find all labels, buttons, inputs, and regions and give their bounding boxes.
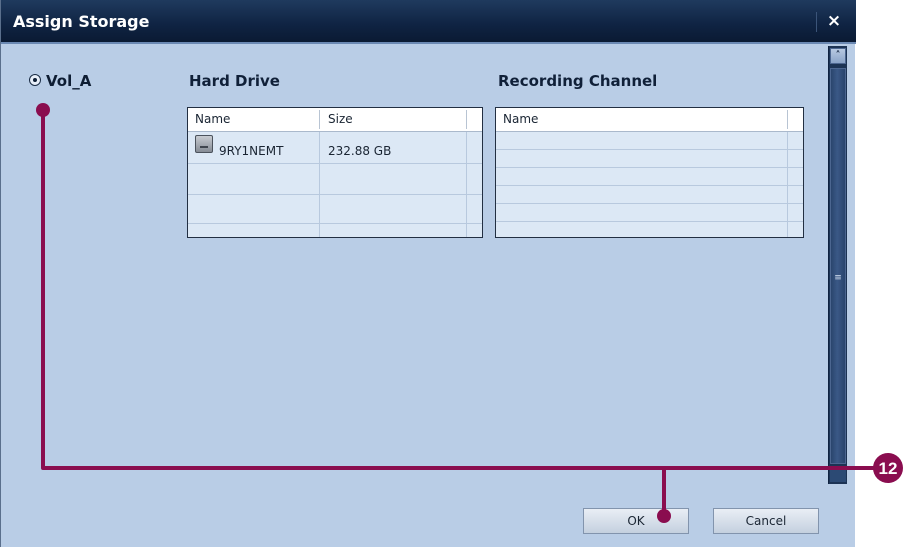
titlebar-separator [816, 12, 817, 32]
table-row[interactable] [496, 168, 803, 186]
drive-name: 9RY1NEMT [219, 144, 284, 158]
hard-drive-title: Hard Drive [189, 72, 280, 90]
table-row[interactable] [496, 150, 803, 168]
header-divider [466, 110, 467, 129]
column-header-name[interactable]: Name [496, 108, 786, 131]
drive-size: 232.88 GB [328, 144, 392, 158]
ok-button[interactable]: OK [583, 508, 689, 534]
close-icon[interactable]: × [823, 9, 845, 33]
hard-drive-table: Name Size 9RY1NEMT 232.88 GB [187, 107, 483, 238]
vertical-scrollbar[interactable]: ˄ ≡ [828, 46, 847, 484]
scroll-track-lower[interactable] [830, 466, 846, 482]
table-row[interactable] [188, 164, 482, 195]
assign-storage-dialog: Assign Storage × ˄ ≡ Vol_A Hard Drive Na… [0, 0, 856, 547]
recording-channel-title: Recording Channel [498, 72, 658, 90]
table-row[interactable] [496, 186, 803, 204]
volume-radio-button[interactable] [29, 74, 41, 86]
callout-number-badge [873, 453, 903, 483]
header-divider [787, 110, 788, 129]
column-header-size[interactable]: Size [321, 108, 466, 131]
scroll-up-icon[interactable]: ˄ [830, 48, 846, 64]
radio-selected-dot [33, 78, 37, 82]
table-row[interactable] [496, 204, 803, 222]
callout-number: 12 [879, 459, 898, 478]
recording-channel-table: Name [495, 107, 804, 238]
scroll-grip-icon: ≡ [834, 273, 842, 283]
table-row[interactable] [496, 132, 803, 150]
table-row[interactable] [188, 195, 482, 224]
scroll-thumb[interactable]: ≡ [830, 68, 846, 464]
hard-disk-icon [195, 135, 213, 153]
header-divider [319, 110, 320, 129]
volume-label: Vol_A [46, 72, 92, 90]
dialog-title: Assign Storage [13, 12, 150, 31]
cancel-button[interactable]: Cancel [713, 508, 819, 534]
dialog-titlebar: Assign Storage × [1, 0, 856, 44]
recording-channel-table-header: Name [496, 108, 803, 132]
column-header-name[interactable]: Name [188, 108, 318, 131]
hard-drive-table-header: Name Size [188, 108, 482, 132]
